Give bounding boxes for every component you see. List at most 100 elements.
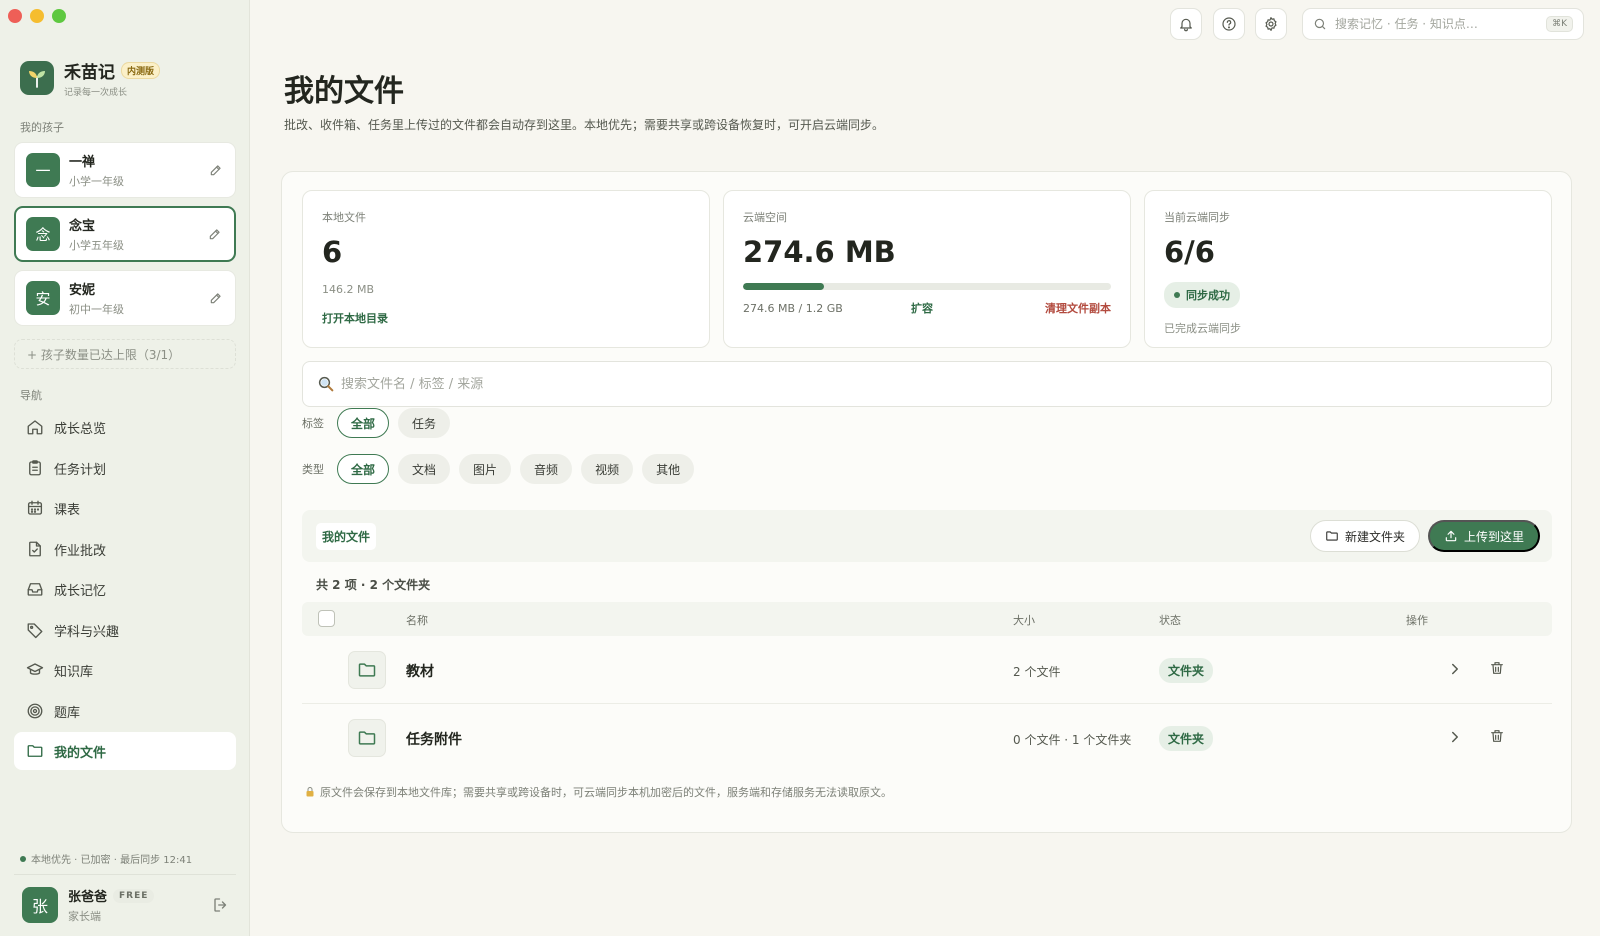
minimize-window-button[interactable]	[30, 9, 44, 23]
row-name: 教材	[406, 664, 434, 680]
table-row[interactable]: 任务附件 0 个文件 · 1 个文件夹 文件夹	[302, 704, 1552, 772]
upload-button[interactable]: 上传到这里	[1427, 520, 1540, 552]
child-name: 念宝	[69, 219, 96, 234]
user-name: 张爸爸	[68, 890, 108, 905]
app-tagline: 记录每一次成长	[64, 88, 128, 98]
nav-item-tasks[interactable]: 任务计划	[14, 449, 236, 487]
nav-item-question-bank[interactable]: 题库	[14, 692, 236, 730]
calendar-icon	[26, 499, 44, 517]
type-chip-other[interactable]: 其他	[642, 454, 695, 484]
folder-icon	[348, 719, 386, 757]
nav-item-label: 作业批改	[54, 543, 107, 559]
window-controls	[8, 9, 66, 23]
privacy-note: 原文件会保存到本地文件库；需要共享或跨设备时，可云端同步本机加密后的文件，服务端…	[304, 784, 892, 800]
cloud-usage-bar	[743, 283, 1111, 290]
child-card-yichan[interactable]: 一 一禅 小学一年级	[14, 142, 236, 198]
child-grade: 小学五年级	[69, 239, 124, 252]
cloud-usage-fill	[743, 283, 824, 290]
row-size: 2 个文件	[1013, 665, 1061, 679]
column-size: 大小	[1013, 614, 1035, 627]
close-window-button[interactable]	[8, 9, 22, 23]
status-badge: 文件夹	[1159, 726, 1214, 751]
nav-item-overview[interactable]: 成长总览	[14, 408, 236, 446]
nav-item-subjects[interactable]: 学科与兴趣	[14, 611, 236, 649]
global-search-input[interactable]	[1335, 17, 1539, 31]
zoom-window-button[interactable]	[52, 9, 66, 23]
cloud-space-card: 云端空间 274.6 MB 274.6 MB / 1.2 GB 扩容 清理文件副…	[723, 190, 1131, 348]
clean-copies-link[interactable]: 清理文件副本	[1045, 300, 1111, 316]
expand-storage-link[interactable]: 扩容	[911, 300, 933, 316]
new-folder-button[interactable]: 新建文件夹	[1309, 520, 1420, 552]
nav-item-label: 学科与兴趣	[54, 624, 120, 640]
nav-item-knowledge[interactable]: 知识库	[14, 651, 236, 689]
new-folder-label: 新建文件夹	[1344, 529, 1405, 544]
file-search-input[interactable]	[341, 376, 1551, 392]
logout-icon[interactable]	[212, 896, 230, 914]
type-chip-all[interactable]: 全部	[337, 454, 390, 484]
chevron-right-icon[interactable]	[1446, 728, 1464, 746]
filter-label: 标签	[302, 417, 324, 430]
tag-icon	[26, 621, 44, 639]
cloud-usage-text: 274.6 MB / 1.2 GB	[743, 301, 843, 315]
child-grade: 小学一年级	[69, 175, 124, 188]
nav-item-my-files[interactable]: 我的文件	[14, 732, 236, 770]
file-search[interactable]	[302, 361, 1552, 407]
settings-button[interactable]	[1255, 8, 1287, 40]
open-local-folder-link[interactable]: 打开本地目录	[322, 310, 388, 326]
trash-icon[interactable]	[1489, 660, 1505, 676]
sync-status-text: 本地优先 · 已加密 · 最后同步 12:41	[31, 855, 193, 866]
nav-item-label: 课表	[54, 502, 81, 518]
type-chip-audio[interactable]: 音频	[520, 454, 573, 484]
help-button[interactable]	[1213, 8, 1245, 40]
breadcrumb[interactable]: 我的文件	[316, 522, 377, 550]
local-file-size: 146.2 MB	[322, 283, 375, 296]
notifications-button[interactable]	[1170, 8, 1202, 40]
table-row[interactable]: 教材 2 个文件 文件夹	[302, 636, 1552, 704]
status-badge: 文件夹	[1159, 658, 1214, 683]
trash-icon[interactable]	[1489, 728, 1505, 744]
stat-label: 云端空间	[743, 211, 787, 224]
pencil-icon[interactable]	[209, 163, 223, 177]
nav-item-homework[interactable]: 作业批改	[14, 530, 236, 568]
search-icon	[1313, 17, 1327, 31]
column-actions: 操作	[1406, 614, 1428, 627]
files-panel: 本地文件 6 146.2 MB 打开本地目录 云端空间 274.6 MB 274…	[281, 171, 1572, 833]
nav-item-memories[interactable]: 成长记忆	[14, 570, 236, 608]
local-file-count: 6	[322, 235, 343, 269]
target-icon	[26, 702, 44, 720]
select-all-checkbox[interactable]	[318, 610, 335, 627]
home-icon	[26, 418, 44, 436]
nav-item-timetable[interactable]: 课表	[14, 489, 236, 527]
nav-item-label: 成长记忆	[54, 583, 107, 599]
child-card-anni[interactable]: 安 安妮 初中一年级	[14, 270, 236, 326]
bell-icon	[1178, 16, 1194, 32]
gear-icon	[1263, 16, 1279, 32]
tag-chip-all[interactable]: 全部	[337, 408, 390, 438]
local-files-card: 本地文件 6 146.2 MB 打开本地目录	[302, 190, 710, 348]
user-profile[interactable]: 张 张爸爸 FREE 家长端	[22, 886, 230, 924]
child-name: 安妮	[69, 283, 96, 298]
nav-section-label: 导航	[20, 389, 42, 402]
help-circle-icon	[1221, 16, 1237, 32]
pencil-icon[interactable]	[209, 291, 223, 305]
tag-chip-task[interactable]: 任务	[398, 408, 451, 438]
pencil-icon[interactable]	[208, 227, 222, 241]
folder-toolbar: 我的文件 新建文件夹 上传到这里	[302, 510, 1552, 562]
table-header: 名称 大小 状态 操作	[302, 602, 1552, 636]
child-avatar: 一	[26, 153, 60, 187]
cloud-sync-card: 当前云端同步 6/6 同步成功 已完成云端同步	[1144, 190, 1552, 348]
global-search[interactable]: ⌘K	[1302, 8, 1584, 40]
file-check-icon	[26, 540, 44, 558]
type-chip-image[interactable]: 图片	[459, 454, 512, 484]
chevron-right-icon[interactable]	[1446, 660, 1464, 678]
folder-icon	[1325, 529, 1339, 543]
status-dot-icon	[20, 855, 26, 862]
app-name: 禾苗记	[64, 63, 115, 83]
status-badge: 同步成功	[1164, 282, 1240, 308]
type-chip-video[interactable]: 视频	[581, 454, 634, 484]
avatar: 张	[22, 887, 58, 923]
type-chip-document[interactable]: 文档	[398, 454, 451, 484]
plan-badge: FREE	[113, 888, 155, 903]
child-card-nianbao[interactable]: 念 念宝 小学五年级	[14, 206, 236, 262]
item-count: 共 2 项 · 2 个文件夹	[316, 578, 431, 592]
